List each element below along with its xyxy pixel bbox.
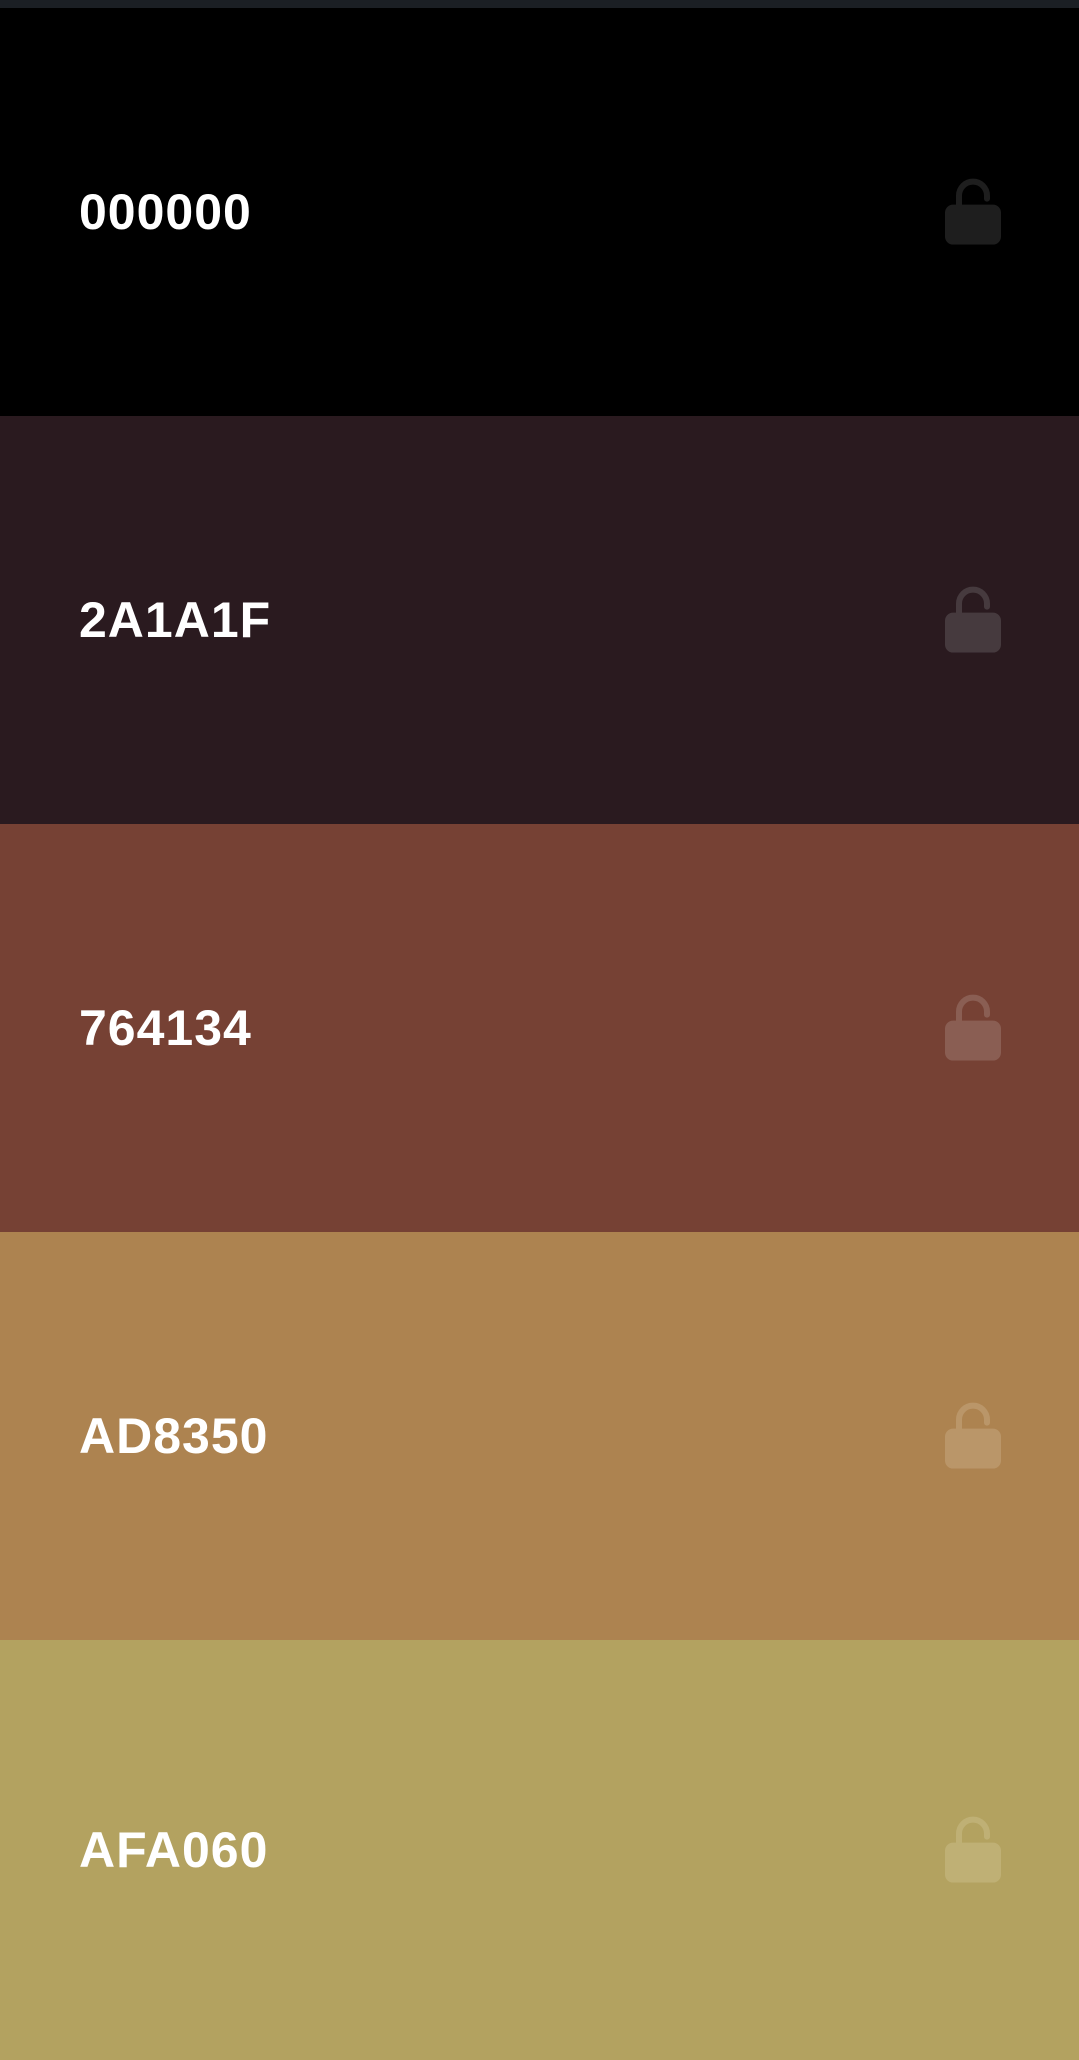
lock-toggle-button[interactable] bbox=[945, 993, 1001, 1061]
unlocked-lock-icon bbox=[945, 178, 1001, 245]
hex-code-label[interactable]: AFA060 bbox=[79, 1825, 268, 1875]
unlocked-lock-icon bbox=[945, 1816, 1001, 1883]
hex-code-label[interactable]: AD8350 bbox=[79, 1411, 268, 1461]
color-swatch[interactable]: 764134 bbox=[0, 824, 1079, 1232]
color-swatch[interactable]: 000000 bbox=[0, 8, 1079, 416]
unlocked-lock-icon bbox=[945, 586, 1001, 653]
unlocked-lock-icon bbox=[945, 994, 1001, 1061]
top-status-bar bbox=[0, 0, 1079, 8]
color-swatch[interactable]: AD8350 bbox=[0, 1232, 1079, 1640]
unlocked-lock-icon bbox=[945, 1402, 1001, 1469]
color-swatch[interactable]: 2A1A1F bbox=[0, 416, 1079, 824]
color-palette: 000000 2A1A1F 764134 AD8350 AFA060 bbox=[0, 8, 1079, 2060]
color-swatch[interactable]: AFA060 bbox=[0, 1640, 1079, 2060]
hex-code-label[interactable]: 764134 bbox=[79, 1003, 252, 1053]
hex-code-label[interactable]: 2A1A1F bbox=[79, 595, 271, 645]
lock-toggle-button[interactable] bbox=[945, 1401, 1001, 1469]
hex-code-label[interactable]: 000000 bbox=[79, 187, 252, 237]
lock-toggle-button[interactable] bbox=[945, 177, 1001, 245]
lock-toggle-button[interactable] bbox=[945, 1815, 1001, 1883]
lock-toggle-button[interactable] bbox=[945, 585, 1001, 653]
